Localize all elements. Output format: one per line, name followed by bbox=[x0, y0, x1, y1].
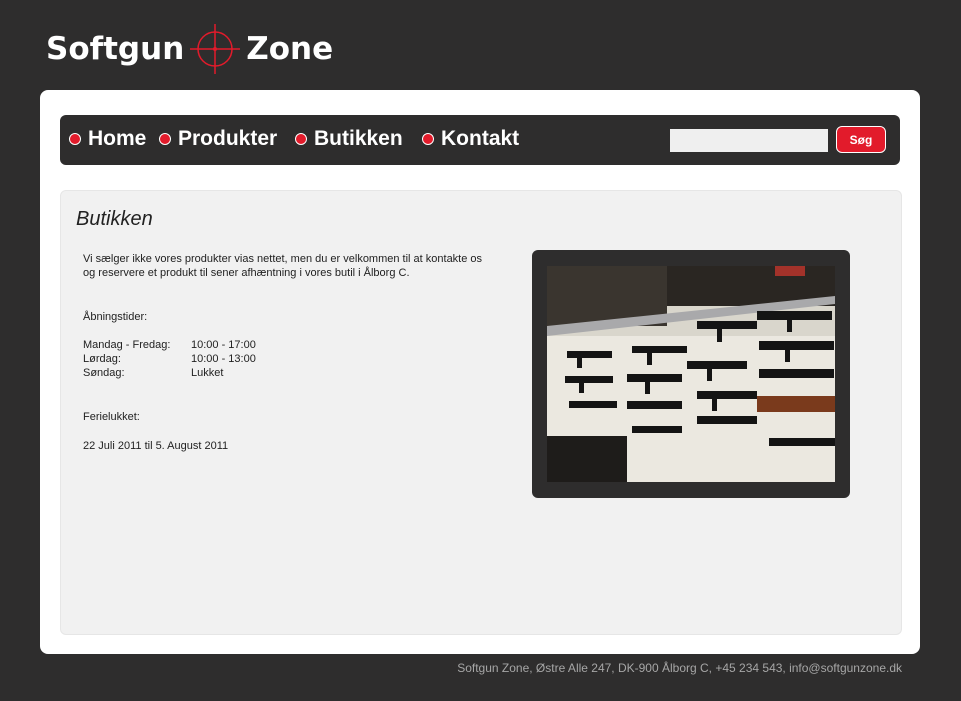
hours-time: Lukket bbox=[191, 367, 224, 379]
search-input[interactable] bbox=[670, 129, 828, 152]
shop-photo-frame bbox=[532, 250, 850, 498]
main-card: Home Produkter Butikken Kontakt Søg Buti… bbox=[40, 90, 920, 654]
hours-day: Mandag - Fredag: bbox=[83, 339, 171, 351]
hours-time: 10:00 - 13:00 bbox=[191, 353, 256, 365]
shop-photo bbox=[547, 266, 835, 482]
intro-text: Vi sælger ikke vores produkter vias nett… bbox=[83, 252, 482, 280]
bullet-icon bbox=[295, 133, 307, 145]
nav-item-home[interactable]: Home bbox=[69, 127, 146, 151]
nav-item-label: Kontakt bbox=[441, 127, 520, 150]
nav-item-butikken[interactable]: Butikken bbox=[295, 127, 403, 151]
nav-item-label: Produkter bbox=[178, 127, 278, 150]
hours-day: Lørdag: bbox=[83, 353, 121, 365]
hours-row: Søndag: Lukket bbox=[83, 366, 256, 380]
hours-row: Mandag - Fredag: 10:00 - 17:00 bbox=[83, 338, 256, 352]
logo-text-softgun: Softgun bbox=[46, 31, 185, 67]
intro-line: Vi sælger ikke vores produkter vias nett… bbox=[83, 253, 483, 265]
page-title: Butikken bbox=[76, 208, 153, 230]
holiday-title: Ferielukket: bbox=[83, 411, 140, 423]
nav-item-label: Home bbox=[88, 127, 147, 150]
search-button[interactable]: Søg bbox=[836, 126, 886, 153]
hours-row: Lørdag: 10:00 - 13:00 bbox=[83, 352, 256, 366]
footer-contact: Softgun Zone, Østre Alle 247, DK-900 Ålb… bbox=[457, 661, 902, 675]
nav-item-produkter[interactable]: Produkter bbox=[159, 127, 277, 151]
crosshair-icon bbox=[190, 24, 241, 74]
nav-item-label: Butikken bbox=[314, 127, 403, 150]
intro-line: og reservere et produkt til sener afhænt… bbox=[83, 267, 410, 279]
hours-time: 10:00 - 17:00 bbox=[191, 339, 256, 351]
main-navigation: Home Produkter Butikken Kontakt Søg bbox=[60, 115, 900, 165]
nav-item-kontakt[interactable]: Kontakt bbox=[422, 127, 519, 151]
bullet-icon bbox=[69, 133, 81, 145]
site-logo[interactable]: Softgun Zone bbox=[46, 22, 333, 76]
logo-text-zone: Zone bbox=[246, 31, 334, 67]
content-panel: Butikken Vi sælger ikke vores produkter … bbox=[60, 190, 902, 635]
bullet-icon bbox=[159, 133, 171, 145]
opening-hours-title: Åbningstider: bbox=[83, 311, 148, 323]
hours-day: Søndag: bbox=[83, 367, 125, 379]
bullet-icon bbox=[422, 133, 434, 145]
holiday-dates: 22 Juli 2011 til 5. August 2011 bbox=[83, 440, 229, 452]
opening-hours-table: Mandag - Fredag: 10:00 - 17:00 Lørdag: 1… bbox=[83, 338, 256, 380]
